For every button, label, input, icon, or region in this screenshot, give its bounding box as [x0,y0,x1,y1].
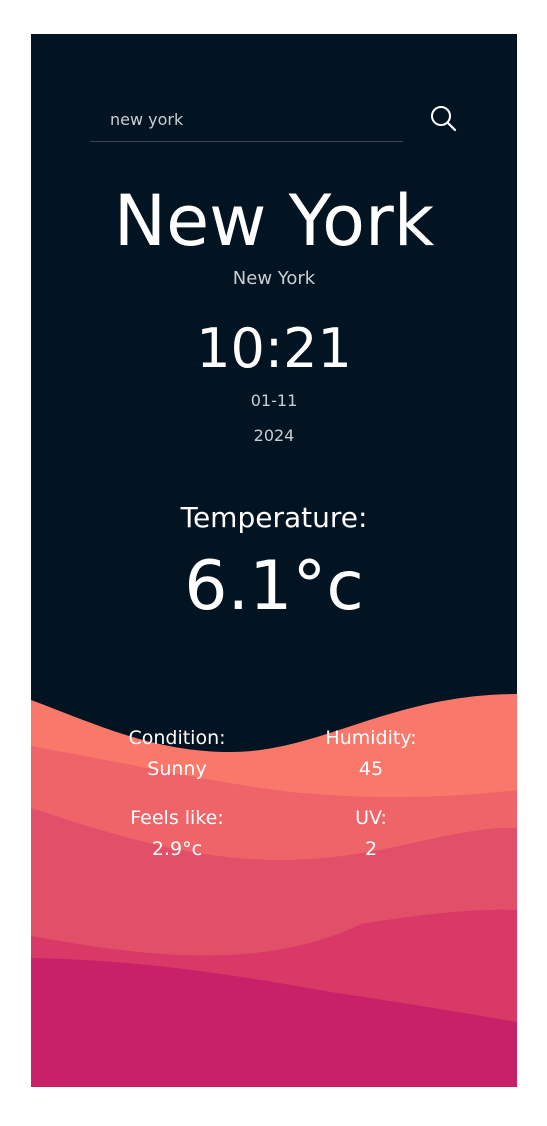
feels-like-value: 2.9°c [151,838,203,860]
condition-stat: Condition: Sunny [87,724,267,783]
region-name: New York [232,268,316,289]
humidity-value: 45 [358,758,384,780]
feels-like-stat: Feels like: 2.9°c [87,804,267,863]
city-title: New York [113,180,435,262]
feels-like-label: Feels like: [130,807,224,829]
search-input[interactable] [90,98,403,142]
weather-card: New York New York 10:21 01-11 2024 Tempe… [31,34,517,1087]
temperature-value: 6.1°c [184,547,364,626]
temperature-label: Temperature: [180,501,368,534]
uv-value: 2 [364,838,378,860]
search-bar [90,98,462,144]
local-date: 01-11 [250,391,298,410]
humidity-label: Humidity: [325,727,417,749]
condition-value: Sunny [147,758,207,780]
local-year: 2024 [253,426,295,445]
uv-label: UV: [355,807,387,829]
local-time: 10:21 [196,317,352,380]
search-icon [431,106,457,132]
search-button[interactable] [428,104,460,136]
uv-stat: UV: 2 [281,804,461,863]
condition-label: Condition: [128,727,226,749]
humidity-stat: Humidity: 45 [281,724,461,783]
